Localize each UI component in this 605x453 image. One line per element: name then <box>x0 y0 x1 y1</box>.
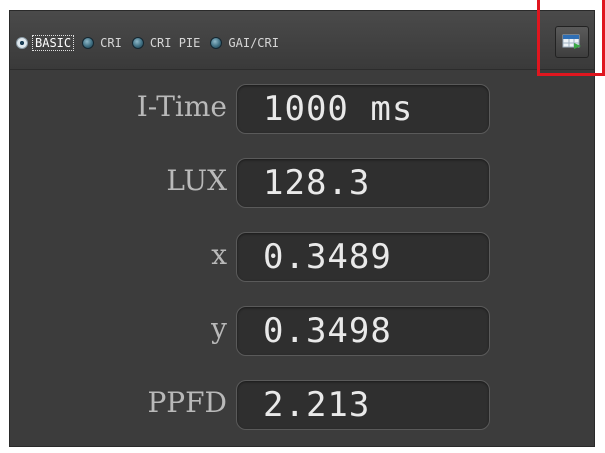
measurement-label: x <box>211 238 227 271</box>
measurement-label: y <box>211 312 227 345</box>
mode-radio-cri[interactable]: CRI <box>82 36 124 50</box>
mode-radio-cri-pie[interactable]: CRI PIE <box>131 36 203 50</box>
mode-radio-group: BASIC CRI CRI PIE GAI/CRI <box>16 33 289 53</box>
measurement-label: PPFD <box>147 386 227 419</box>
measurement-label: LUX <box>166 164 227 197</box>
measurement-row-lux: LUX 128.3 <box>10 158 594 210</box>
radio-checked-icon[interactable] <box>16 37 28 49</box>
measurement-value: 0.3498 <box>236 306 490 356</box>
mode-toolbar: BASIC CRI CRI PIE GAI/CRI <box>10 11 594 70</box>
measurement-value: 1000 ms <box>236 84 490 134</box>
measurement-value: 128.3 <box>236 158 490 208</box>
mode-radio-label[interactable]: BASIC <box>32 35 75 51</box>
radio-unchecked-icon[interactable] <box>210 37 223 49</box>
measurement-panel: BASIC CRI CRI PIE GAI/CRI I-Time 1000 ms… <box>9 10 595 447</box>
measurement-row-y: y 0.3498 <box>10 306 594 358</box>
table-export-icon <box>562 34 581 49</box>
radio-unchecked-icon[interactable] <box>82 37 95 49</box>
mode-radio-label[interactable]: CRI PIE <box>148 36 203 50</box>
measurement-value: 0.3489 <box>236 232 490 282</box>
measurement-list: I-Time 1000 ms LUX 128.3 x 0.3489 y 0.34… <box>10 71 594 446</box>
measurement-row-ppfd: PPFD 2.213 <box>10 380 594 432</box>
table-export-button[interactable] <box>555 26 589 58</box>
mode-radio-label[interactable]: CRI <box>98 36 124 50</box>
mode-radio-basic[interactable]: BASIC <box>16 35 75 51</box>
measurement-row-itime: I-Time 1000 ms <box>10 84 594 136</box>
mode-radio-gai-cri[interactable]: GAI/CRI <box>210 36 281 50</box>
radio-unchecked-icon[interactable] <box>131 37 144 49</box>
measurement-row-x: x 0.3489 <box>10 232 594 284</box>
mode-radio-label[interactable]: GAI/CRI <box>226 36 281 50</box>
measurement-label: I-Time <box>136 90 227 123</box>
measurement-value: 2.213 <box>236 380 490 430</box>
